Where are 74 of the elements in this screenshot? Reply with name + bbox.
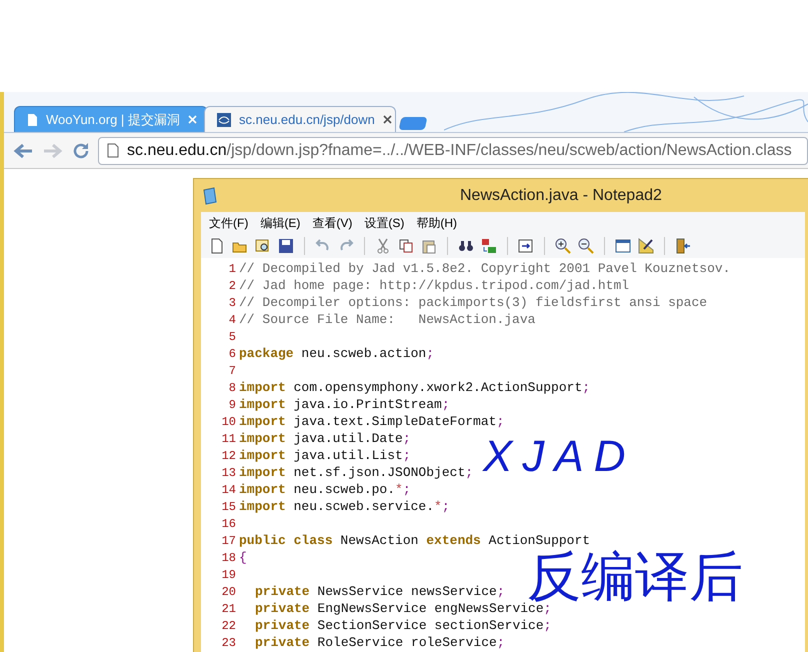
menu-item[interactable]: 帮助(H) (416, 214, 457, 232)
url-text: sc.neu.edu.cn/jsp/down.jsp?fname=../../WEB-INF/classes/neu/scweb/action/NewsAction.class (127, 140, 792, 160)
code-line: // Decompiler options: packimports(3) fieldsfirst ansi space (239, 294, 708, 312)
line-number: 4 (228, 312, 237, 328)
code-line: // Jad home page: http://kpdus.tripod.com/jad.html (239, 276, 630, 295)
code-line: // Source File Name: NewsAction.java (239, 310, 536, 329)
line-number: 7 (228, 362, 237, 380)
code-line: import neu.scweb.service.*; (239, 498, 450, 516)
replace-icon[interactable] (481, 238, 497, 254)
zoom-in-icon[interactable] (555, 238, 571, 254)
scissors-icon[interactable] (375, 238, 391, 254)
line-number: 5 (228, 328, 237, 346)
line-number: 10 (220, 414, 237, 430)
code-line: private NewsService newsService; (255, 582, 505, 601)
line-number: 12 (220, 448, 237, 464)
ruler-pencil-icon[interactable] (638, 238, 654, 254)
close-icon[interactable] (382, 115, 392, 124)
line-number: 8 (228, 380, 237, 396)
new-file-icon[interactable] (209, 238, 225, 254)
page-icon (27, 112, 38, 126)
new-tab-button[interactable] (398, 117, 428, 130)
address-field[interactable]: sc.neu.edu.cn/jsp/down.jsp?fname=../../WEB-INF/classes/neu/scweb/action/NewsAction.class (98, 136, 808, 164)
line-number: 6 (228, 346, 237, 362)
line-number: 18 (220, 550, 237, 566)
handwritten-note: XJAD (483, 434, 636, 480)
line-number: 22 (220, 618, 237, 634)
line-number: 2 (228, 278, 237, 294)
line-number: 13 (220, 464, 237, 482)
line-number: 16 (220, 516, 237, 532)
line-number: 11 (220, 430, 237, 448)
code-line: { (239, 548, 247, 567)
code-line: import java.util.List; (239, 446, 411, 465)
back-arrow-icon[interactable] (12, 142, 34, 160)
code-line: // Decompiled by Jad v1.5.8e2. Copyright 2001 Pavel Kouznetsov. (239, 260, 730, 278)
code-line: import java.text.SimpleDateFormat; (239, 412, 504, 431)
line-number: 19 (220, 566, 237, 584)
menu-item[interactable]: 设置(S) (364, 214, 404, 232)
window-icon[interactable] (615, 238, 631, 254)
line-number: 15 (220, 498, 237, 516)
line-number: 1 (228, 260, 237, 278)
line-number: 17 (220, 532, 237, 550)
zoom-out-icon[interactable] (578, 238, 594, 254)
copy-icon[interactable] (398, 238, 414, 254)
page-icon (107, 143, 119, 158)
line-number: 14 (220, 482, 237, 498)
line-number: 23 (220, 634, 237, 652)
code-line: import net.sf.json.JSONObject; (239, 464, 474, 482)
code-line: private RoleService roleService; (255, 634, 505, 652)
code-line: import neu.scweb.po.*; (239, 480, 411, 499)
menu-item[interactable]: 查看(V) (312, 214, 352, 232)
clipboard-icon[interactable] (421, 238, 437, 254)
code-line: import java.util.Date; (239, 430, 411, 448)
notepad-icon (202, 186, 218, 204)
binoculars-icon[interactable] (458, 238, 474, 254)
code-line: private SectionService sectionService; (255, 616, 552, 635)
reload-icon[interactable] (72, 142, 90, 160)
window-title: NewsAction.java - Notepad2 (460, 186, 662, 206)
line-number: 3 (228, 294, 237, 312)
site-logo-icon (217, 112, 231, 126)
browser-tab[interactable]: sc.neu.edu.cn/jsp/down (204, 106, 396, 132)
menu-item[interactable]: 文件(F) (209, 214, 248, 232)
code-line: package neu.scweb.action; (239, 344, 434, 363)
line-number: 9 (228, 396, 237, 414)
search-file-icon[interactable] (255, 238, 271, 254)
save-icon[interactable] (278, 238, 294, 254)
line-number: 21 (220, 600, 237, 618)
menu-item[interactable]: 编辑(E) (260, 214, 300, 232)
code-line: public class NewsAction extends ActionSupport (239, 532, 590, 550)
line-number: 20 (220, 584, 237, 600)
exit-door-icon[interactable] (675, 238, 691, 254)
code-line: import java.io.PrintStream; (239, 396, 450, 414)
code-line: import com.opensymphony.xwork2.ActionSupport; (239, 378, 590, 397)
tab-title: WooYun.org | 提交漏洞 (46, 110, 180, 129)
tab-title: sc.neu.edu.cn/jsp/down (239, 110, 375, 129)
